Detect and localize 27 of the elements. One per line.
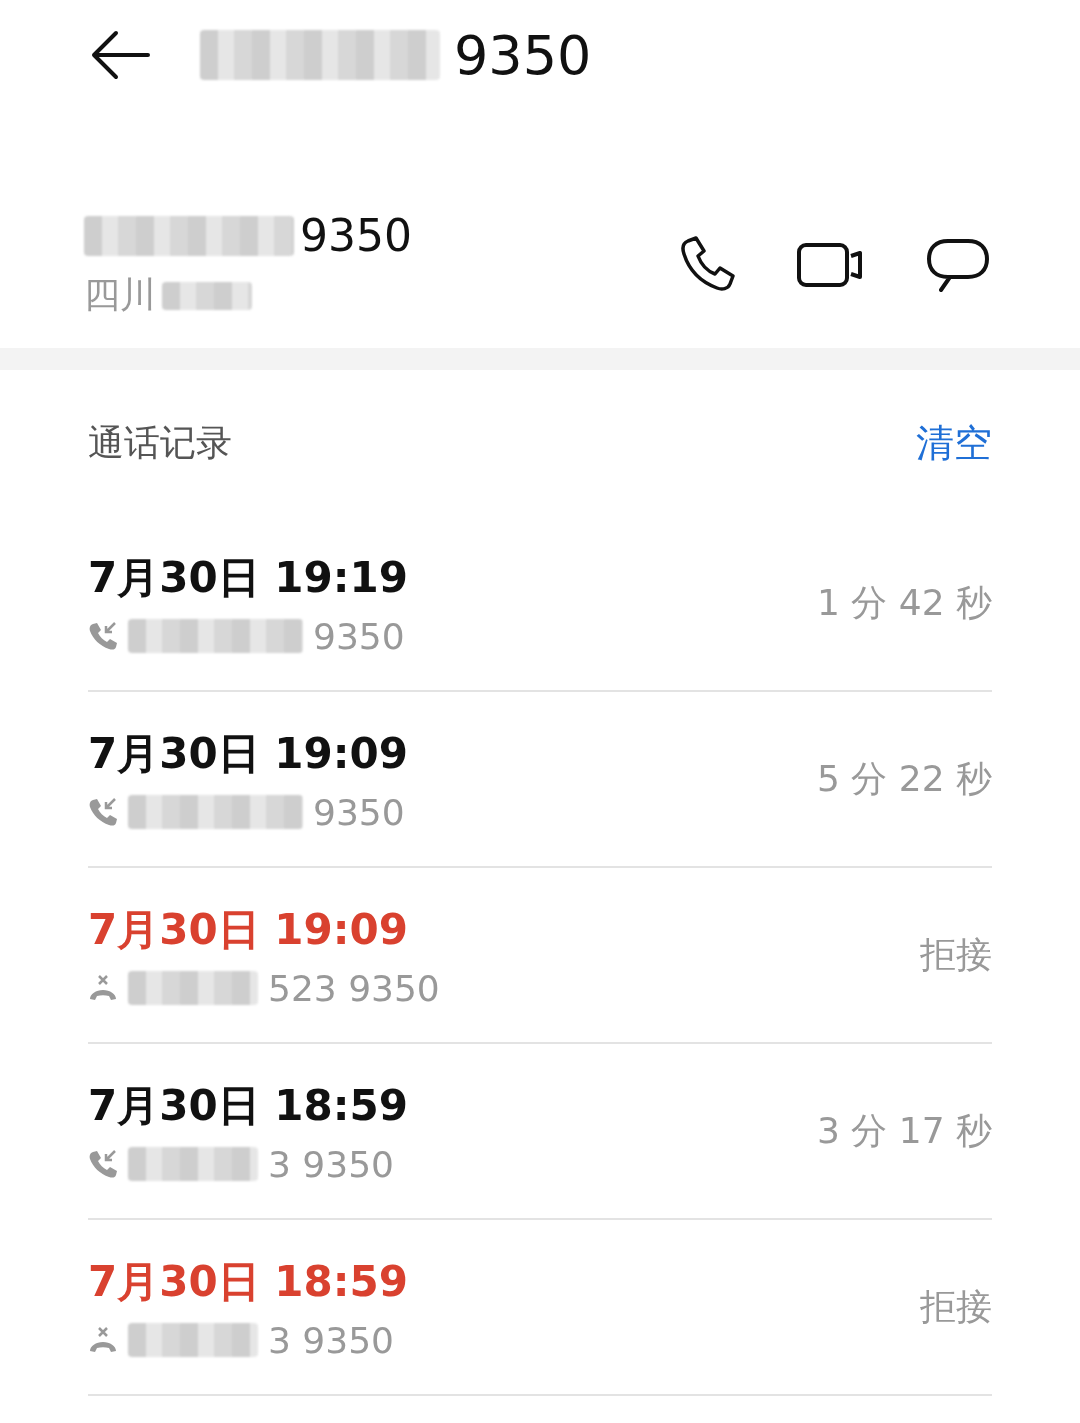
- phone-number: 9350: [313, 791, 405, 833]
- call-time: 7月30日 19:19: [88, 551, 408, 604]
- incoming-call-icon: [88, 797, 118, 827]
- location-label: 四川: [84, 273, 156, 317]
- call-duration: 3 分 17 秒: [816, 1108, 992, 1153]
- back-button[interactable]: [90, 29, 150, 81]
- phone-number: 3 9350: [268, 1319, 394, 1361]
- incoming-call-icon: [88, 1149, 118, 1179]
- call-time: 7月30日 18:59: [88, 1079, 408, 1132]
- call-time: 7月30日 19:09: [88, 727, 408, 780]
- phone-number: 523 9350: [268, 967, 440, 1009]
- call-duration: 5 分 22 秒: [816, 756, 992, 801]
- call-duration: 拒接: [920, 1284, 992, 1329]
- section-title: 通话记录: [88, 420, 232, 465]
- call-duration: 拒接: [920, 932, 992, 977]
- incoming-call-icon: [88, 621, 118, 651]
- call-time: 7月30日 18:59: [88, 1255, 408, 1308]
- rejected-call-icon: [88, 1325, 118, 1355]
- rejected-call-icon: [88, 973, 118, 1003]
- phone-number: 9350: [300, 210, 412, 261]
- phone-number: 3 9350: [268, 1143, 394, 1185]
- page-title: 9350: [454, 23, 592, 87]
- phone-number: 9350: [313, 615, 405, 657]
- clear-button[interactable]: 清空: [916, 417, 992, 469]
- message-button[interactable]: [926, 237, 990, 293]
- call-duration: 1 分 42 秒: [816, 580, 992, 625]
- call-time: 7月30日 19:09: [88, 903, 409, 956]
